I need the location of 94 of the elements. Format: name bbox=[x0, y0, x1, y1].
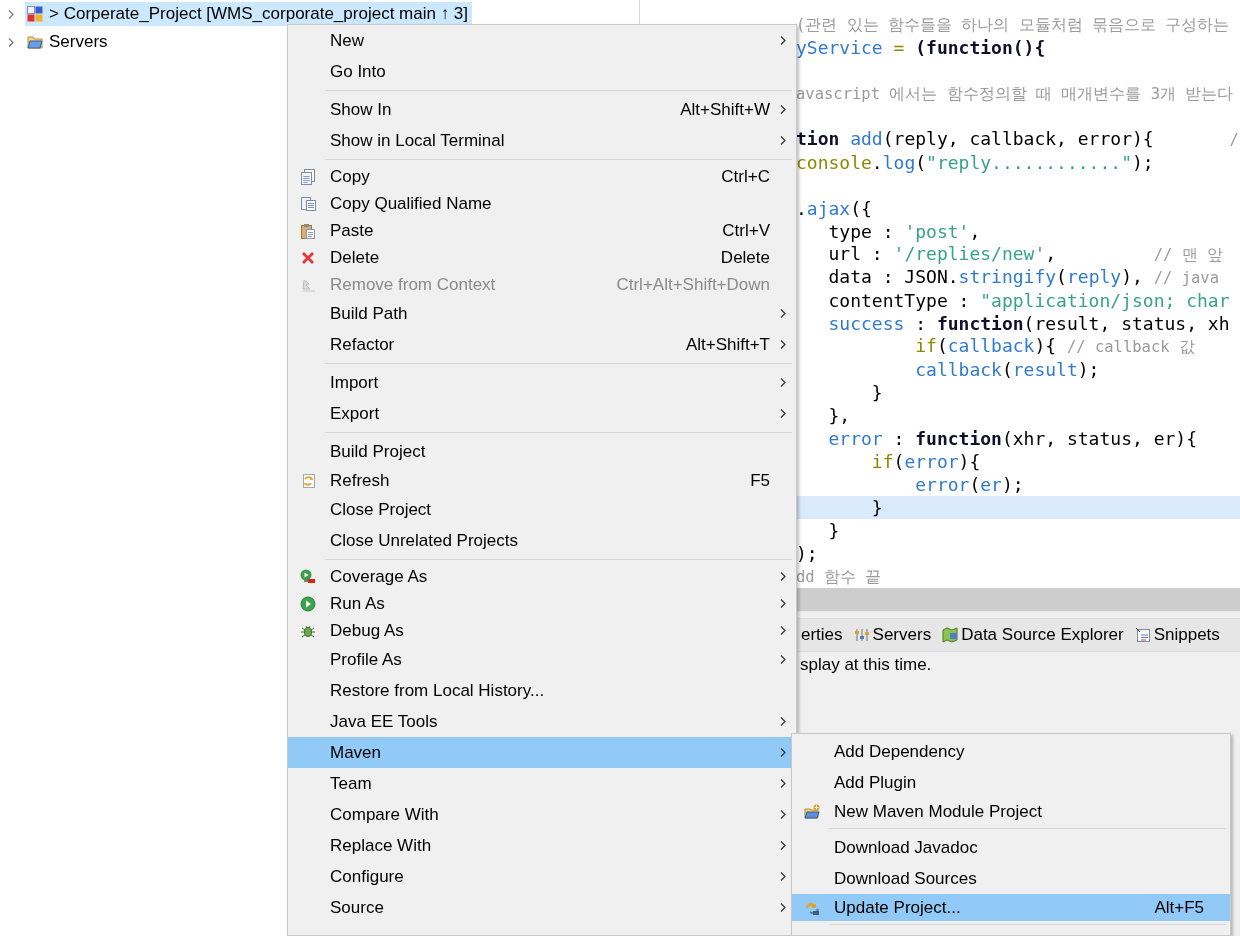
copy-icon bbox=[300, 168, 316, 185]
shortcut-label: Ctrl+V bbox=[722, 220, 770, 241]
menu-item[interactable]: Refactor Alt+Shift+T bbox=[288, 329, 796, 360]
pages-icon bbox=[300, 195, 316, 212]
chevron-icon bbox=[779, 902, 787, 913]
code-line: contentType : "application/json; char bbox=[827, 289, 1230, 312]
tree-item[interactable]: > Corperate_Project [WMS_corporate_project main ↑ 3] bbox=[25, 2, 473, 26]
code-line: } bbox=[870, 496, 883, 519]
chevron-icon bbox=[779, 654, 787, 665]
menu-item[interactable]: Refresh F5 bbox=[288, 467, 796, 494]
menu-item[interactable]: Export bbox=[288, 398, 796, 429]
code-line: } bbox=[870, 381, 883, 404]
menu-item[interactable]: Paste Ctrl+V bbox=[288, 217, 796, 244]
chevron-icon bbox=[779, 377, 787, 388]
code-line: (관련 있는 함수들을 하나의 모듈처럼 묶음으로 구성하는 bbox=[796, 15, 1230, 36]
menu-item[interactable]: Show in Local Terminal bbox=[288, 125, 796, 156]
code-line: avascript 에서는 함수정의할 때 매개변수를 3개 받는다 bbox=[796, 84, 1234, 105]
chevron-icon bbox=[779, 840, 787, 851]
chevron-icon bbox=[7, 8, 15, 20]
code-line: }, bbox=[827, 404, 851, 427]
panel-tab[interactable]: erties bbox=[800, 623, 844, 647]
menu-item[interactable]: Copy Ctrl+C bbox=[288, 163, 796, 190]
chevron-icon bbox=[779, 104, 787, 115]
code-line: .ajax({ bbox=[796, 197, 872, 220]
tree-item[interactable]: Servers bbox=[25, 30, 112, 54]
shortcut-label: Ctrl+C bbox=[721, 166, 770, 187]
delete-icon bbox=[300, 249, 316, 266]
menu-item[interactable]: Delete Delete bbox=[288, 244, 796, 271]
chevron-icon bbox=[7, 36, 15, 48]
shortcut-label: F5 bbox=[750, 470, 770, 491]
clipboard-icon bbox=[300, 222, 316, 239]
snippet-icon bbox=[1134, 627, 1151, 643]
chevron-icon bbox=[779, 35, 787, 46]
chevron-icon bbox=[779, 716, 787, 727]
shortcut-label: Delete bbox=[720, 247, 770, 268]
code-line: error(er); bbox=[914, 473, 1024, 496]
code-line: type : 'post', bbox=[827, 220, 981, 243]
menu-item[interactable]: Go Into bbox=[288, 56, 796, 87]
shortcut-label: Alt+Shift+W bbox=[680, 99, 770, 120]
chevron-icon bbox=[779, 625, 787, 636]
menu-item[interactable]: Coverage As bbox=[288, 563, 796, 590]
code-line: callback(result); bbox=[914, 358, 1100, 381]
code-line: success : function(result, status, xh bbox=[827, 312, 1230, 335]
chevron-icon bbox=[779, 747, 787, 758]
refresh-icon bbox=[300, 472, 316, 489]
menu-item[interactable]: Run As bbox=[288, 590, 796, 617]
project-icon bbox=[27, 6, 43, 22]
menu-item[interactable]: Close Project bbox=[288, 494, 796, 525]
menu-item[interactable]: Show In Alt+Shift+W bbox=[288, 94, 796, 125]
menu-item[interactable]: Build Path bbox=[288, 298, 796, 329]
chevron-icon bbox=[779, 571, 787, 582]
menu-item[interactable]: Restore from Local History... bbox=[288, 675, 796, 706]
chevron-icon bbox=[779, 809, 787, 820]
chevron-icon bbox=[779, 339, 787, 350]
menu-item[interactable]: Build Project bbox=[288, 436, 796, 467]
code-line: url : '/replies/new', // 맨 앞 bbox=[827, 242, 1223, 266]
code-line: if(error){ bbox=[870, 450, 981, 473]
status-message: splay at this time. bbox=[800, 655, 932, 674]
remove-icon bbox=[300, 276, 316, 293]
shortcut-label: Alt+F5 bbox=[1154, 897, 1204, 918]
panel-tab[interactable]: Servers bbox=[852, 623, 933, 647]
menu-item[interactable]: Close Unrelated Projects bbox=[288, 525, 796, 556]
panel-tab[interactable]: Data Source Explorer bbox=[941, 623, 1125, 647]
server-icon bbox=[853, 627, 870, 643]
code-line: } bbox=[827, 519, 840, 542]
map-icon bbox=[942, 627, 959, 643]
menu-item[interactable]: Update Project... Alt+F5 bbox=[792, 894, 1230, 921]
menu-item[interactable]: Debug As bbox=[288, 617, 796, 644]
code-line: yService = (function(){ bbox=[796, 36, 1046, 59]
coverage-icon bbox=[300, 568, 316, 585]
panel-tab[interactable]: Snippets bbox=[1133, 623, 1221, 647]
chevron-icon bbox=[779, 871, 787, 882]
menu-item[interactable]: Import bbox=[288, 367, 796, 398]
menu-item[interactable]: New bbox=[288, 25, 796, 56]
menu-item[interactable]: Profile As bbox=[288, 644, 796, 675]
code-line: dd 함수 끝 bbox=[796, 567, 882, 588]
chevron-icon bbox=[779, 308, 787, 319]
code-line: tion add(reply, callback, error){ / bbox=[796, 127, 1239, 151]
shortcut-label: Ctrl+Alt+Shift+Down bbox=[616, 274, 770, 295]
code-line: if(callback){ // callback 값 bbox=[914, 334, 1195, 358]
code-line: console.log("reply............"); bbox=[796, 151, 1154, 174]
shortcut-label: Alt+Shift+T bbox=[685, 334, 770, 355]
code-line: ); bbox=[796, 542, 818, 565]
menu-item[interactable]: Java EE Tools bbox=[288, 706, 796, 737]
chevron-icon bbox=[779, 598, 787, 609]
menu-item[interactable]: Copy Qualified Name bbox=[288, 190, 796, 217]
chevron-icon bbox=[779, 135, 787, 146]
chevron-icon bbox=[779, 778, 787, 789]
chevron-icon bbox=[779, 408, 787, 419]
play-icon bbox=[300, 595, 316, 612]
code-line: data : JSON.stringify(reply), // java bbox=[827, 265, 1219, 289]
code-line: error : function(xhr, status, er){ bbox=[827, 427, 1197, 450]
folder-icon bbox=[804, 803, 820, 820]
folder-icon bbox=[27, 34, 43, 50]
